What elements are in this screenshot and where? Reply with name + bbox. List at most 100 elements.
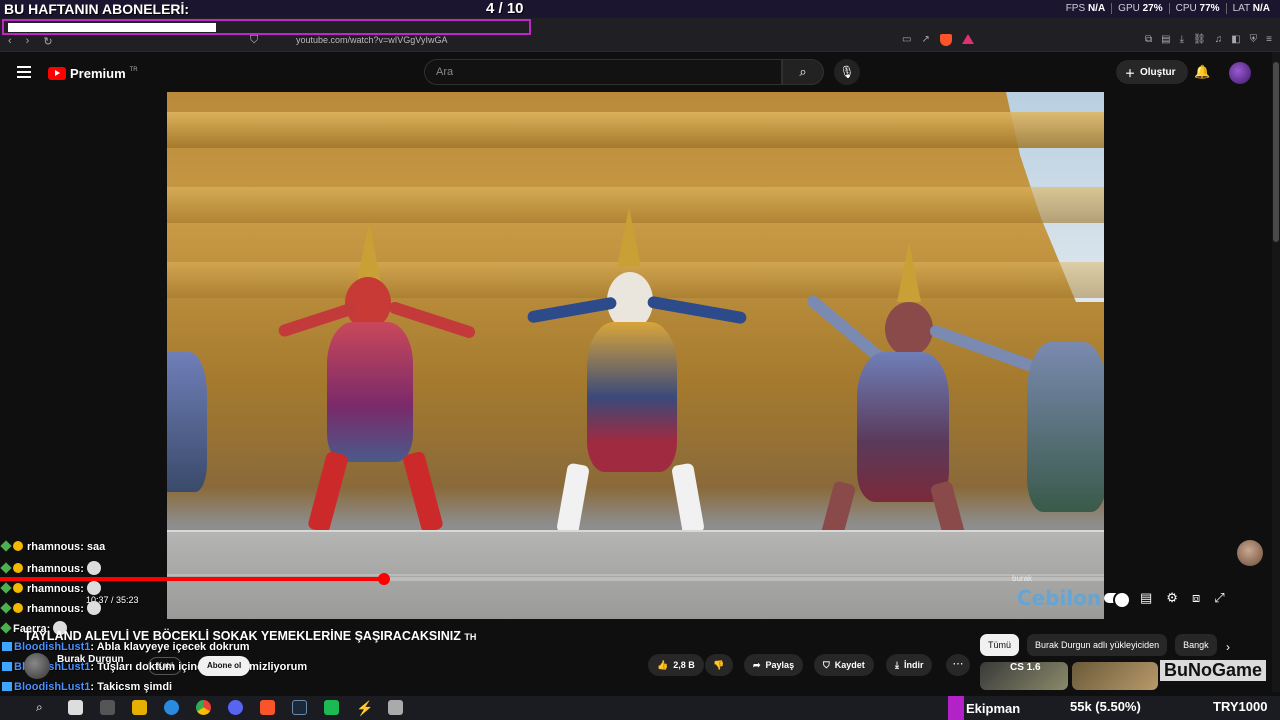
currency-ticker: TRY1000 <box>1213 699 1268 714</box>
link-icon[interactable]: ⛓ <box>1193 34 1206 45</box>
music-icon[interactable]: ♫ <box>1215 34 1223 45</box>
browser-tab[interactable] <box>2 19 531 35</box>
browser-toolbar: ‹ › ↻ ⛉ youtube.com/watch?v=wIVGgVyIwGA … <box>0 18 1280 52</box>
chrome-icon[interactable] <box>196 700 211 715</box>
taskbar-apps: ⌕ ⚡ <box>36 700 403 716</box>
app-icon[interactable] <box>388 700 403 715</box>
dislike-button[interactable]: 👎 <box>705 654 733 676</box>
reader-icon[interactable]: ▤ <box>1161 34 1170 45</box>
chat-message: rhamnous: <box>0 581 101 595</box>
create-button[interactable]: ＋ Oluştur <box>1116 60 1188 84</box>
chat-text: : saa <box>80 541 106 553</box>
spotify-icon[interactable] <box>324 700 339 715</box>
miniplayer-icon[interactable]: ⧈ <box>1192 590 1200 606</box>
share-arrow-icon: ➦ <box>753 659 761 670</box>
chat-nick: rhamnous <box>27 603 81 615</box>
wallet-icon[interactable]: ⛨ <box>1250 34 1258 45</box>
account-avatar[interactable] <box>1229 62 1251 84</box>
scroll-thumb[interactable] <box>1273 62 1279 242</box>
download-icon[interactable]: ⤓ <box>1180 34 1184 45</box>
chat-text: : <box>80 563 84 575</box>
statue-partial-right <box>1027 342 1104 512</box>
reload-icon[interactable]: ↻ <box>43 35 52 48</box>
progress-scrubber[interactable] <box>377 573 390 585</box>
subscribe-button[interactable]: Abone ol <box>198 656 251 676</box>
statue-partial-left <box>167 352 207 492</box>
brave-icon[interactable] <box>260 700 275 715</box>
chip-all[interactable]: Tümü <box>980 634 1020 656</box>
stream-overlay-bar: BU HAFTANIN ABONELERİ: 4 / 10 FPS N/A GP… <box>0 0 1280 18</box>
file-explorer-icon[interactable] <box>132 700 147 715</box>
progress-bar[interactable] <box>0 573 1104 585</box>
channel-name[interactable]: Burak Durgun <box>57 654 124 665</box>
widgets-icon[interactable] <box>100 700 115 715</box>
brave-shield-icon[interactable] <box>939 34 952 46</box>
screen-icon[interactable]: ▭ <box>902 34 911 46</box>
autoplay-toggle[interactable] <box>1104 591 1131 609</box>
settings-gear-icon[interactable]: ⚙ <box>1166 590 1178 606</box>
download-arrow-icon: ⤓ <box>895 659 899 670</box>
weekly-subs-title: BU HAFTANIN ABONELERİ: <box>4 1 190 17</box>
search-input[interactable]: Ara <box>424 59 782 85</box>
address-bar[interactable]: youtube.com/watch?v=wIVGgVyIwGA <box>296 35 447 45</box>
channel-avatar[interactable] <box>24 653 50 679</box>
chat-badge-icon <box>2 642 12 651</box>
weekly-subs-count: 4 / 10 <box>486 0 524 17</box>
chat-badge-icon <box>13 603 23 613</box>
forward-icon[interactable]: › <box>26 35 30 48</box>
chat-badge-icon <box>0 622 12 634</box>
download-button[interactable]: ⤓ İndir <box>886 654 933 676</box>
download-label: İndir <box>903 660 924 670</box>
share-icon[interactable]: ↗ <box>921 34 929 46</box>
title-flag: TH <box>464 632 477 642</box>
join-button[interactable]: Katıl <box>148 657 183 675</box>
chat-badge-icon <box>13 583 23 593</box>
lat-stat: LAT N/A <box>1232 3 1270 14</box>
chip-bangkok[interactable]: Bangk <box>1175 634 1217 656</box>
rec-thumbnail[interactable] <box>1072 662 1158 690</box>
chip-next-arrow-icon[interactable]: › <box>1226 640 1230 654</box>
task-view-icon[interactable] <box>68 700 83 715</box>
lightning-icon[interactable]: ⚡ <box>356 700 373 716</box>
taskbar: ⌕ ⚡ Ekipman 55k (5.50%) TRY1000 <box>0 696 1280 720</box>
like-button[interactable]: 👍 2,8 B <box>648 654 704 676</box>
page-scrollbar[interactable] <box>1272 52 1280 692</box>
menu-icon[interactable]: ≡ <box>1266 34 1272 45</box>
chat-message: BloodishLust1: Takicsm şimdi <box>2 681 172 693</box>
youtube-logo[interactable]: Premium TR <box>48 66 138 81</box>
chat-text: : <box>80 603 84 615</box>
back-icon[interactable]: ‹ <box>8 35 12 48</box>
hamburger-menu-icon[interactable] <box>17 66 31 78</box>
search-button[interactable]: ⌕ <box>782 59 824 85</box>
chat-badge-icon <box>0 562 12 574</box>
chat-nick: rhamnous <box>27 541 81 553</box>
voice-search-button[interactable]: 🎙 <box>834 59 860 85</box>
share-button[interactable]: ➦ Paylaş <box>744 654 804 676</box>
chat-badge-icon <box>13 563 23 573</box>
bookmark-save-icon: ⛉ <box>823 659 830 670</box>
puzzle-icon[interactable]: ⧉ <box>1145 34 1152 45</box>
more-actions-icon[interactable]: ⋯ <box>946 654 970 676</box>
perf-stats: FPS N/A GPU 27% CPU 77% LAT N/A <box>1066 3 1270 14</box>
brand-name: Premium <box>70 66 126 81</box>
video-player[interactable] <box>167 92 1104 619</box>
chat-nick: BloodishLust1 <box>14 681 91 693</box>
discord-icon[interactable] <box>228 700 243 715</box>
brave-rewards-icon[interactable] <box>961 34 974 44</box>
temple-ledge <box>167 112 1104 148</box>
channel-watermark[interactable]: Cebilon <box>1017 586 1101 610</box>
search-icon[interactable]: ⌕ <box>36 700 51 715</box>
fps-stat: FPS N/A <box>1065 3 1106 14</box>
steam-icon[interactable] <box>292 700 307 715</box>
save-button[interactable]: ⛉ Kaydet <box>814 654 874 676</box>
bookmark-icon[interactable]: ⛉ <box>250 34 258 47</box>
chip-uploader[interactable]: Burak Durgun adlı yükleyiciden <box>1027 634 1168 656</box>
sidebar-icon[interactable]: ◧ <box>1231 34 1240 45</box>
subtitles-icon[interactable]: ▤ <box>1140 590 1152 606</box>
ekipman-badge <box>948 696 964 720</box>
fullscreen-icon[interactable]: ⤢ <box>1214 590 1224 606</box>
bunogame-logo: BuNoGame <box>1160 660 1267 681</box>
notification-bell-icon[interactable]: 🔔 <box>1194 64 1210 80</box>
edge-icon[interactable] <box>164 700 179 715</box>
chat-nick: rhamnous <box>27 563 81 575</box>
